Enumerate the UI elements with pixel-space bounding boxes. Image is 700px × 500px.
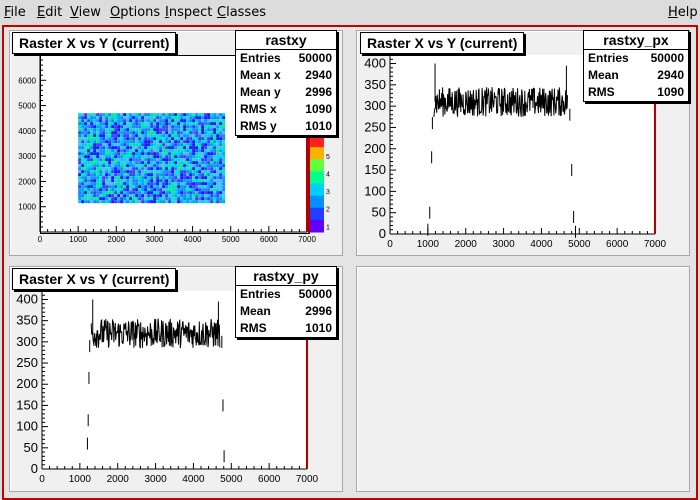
- x-tick-label: 4000: [182, 474, 205, 485]
- y-tick-label: 350: [16, 313, 38, 328]
- x-tick-label: 2000: [107, 474, 130, 485]
- pad3-stats-name: rastxy_py: [236, 267, 336, 286]
- pad3-stats-box: rastxy_py Entries 50000 Mean 2996 RMS 1010: [235, 266, 337, 338]
- y-tick-label: 150: [16, 397, 38, 412]
- y-tick-label: 50: [24, 440, 38, 455]
- pad-empty[interactable]: [356, 266, 690, 492]
- y-tick-label: 200: [16, 376, 38, 391]
- x-tick-label: 0: [39, 474, 45, 485]
- x-tick-label: 3000: [144, 474, 167, 485]
- x-tick-label: 5000: [220, 474, 243, 485]
- y-tick-label: 250: [16, 355, 38, 370]
- pad3-stats-row: RMS 1010: [240, 321, 332, 335]
- pad3-stats-row: Entries 50000: [240, 287, 332, 301]
- x-tick-label: 7000: [296, 474, 319, 485]
- x-tick-label: 1000: [69, 474, 92, 485]
- y-tick-label: 100: [16, 419, 38, 434]
- y-tick-label: 300: [16, 334, 38, 349]
- y-tick-label: 0: [31, 461, 38, 476]
- y-tick-label: 400: [16, 291, 38, 306]
- pad3-stats-row: Mean 2996: [240, 304, 332, 318]
- pad3-title: Raster X vs Y (current): [12, 268, 177, 290]
- x-tick-label: 6000: [258, 474, 281, 485]
